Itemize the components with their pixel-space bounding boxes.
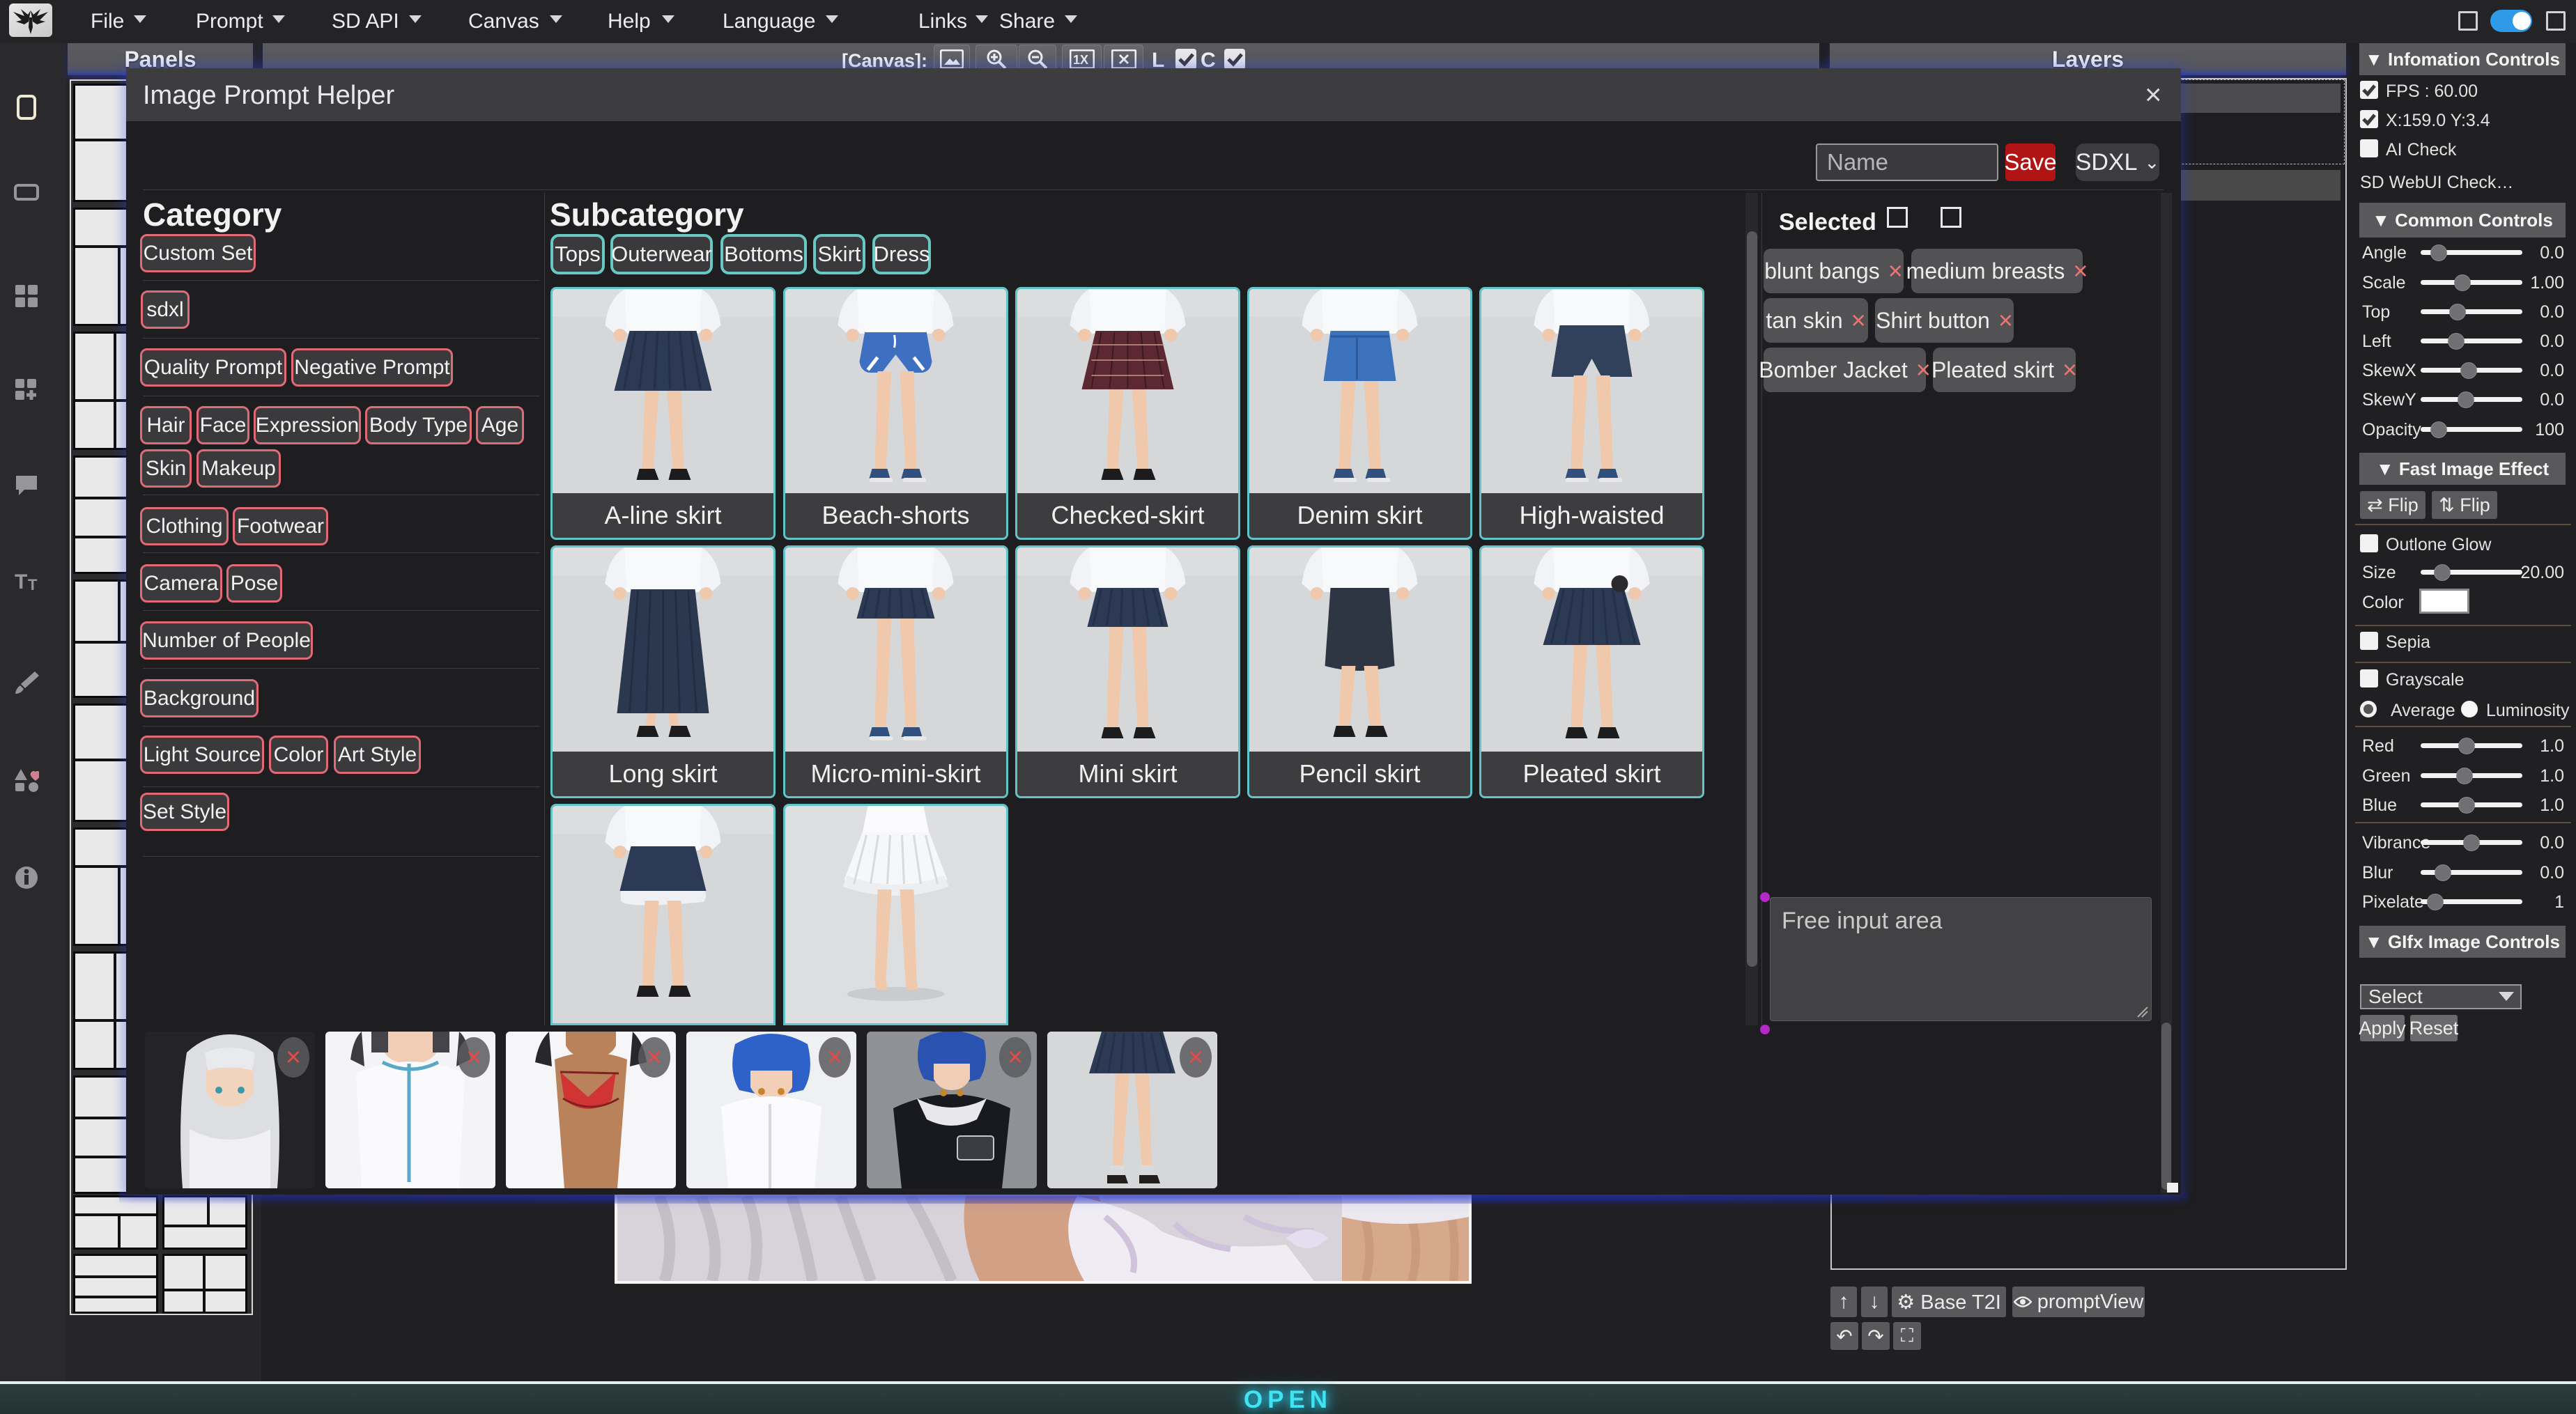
svg-text:T: T bbox=[28, 576, 38, 593]
svg-text:T: T bbox=[15, 570, 27, 593]
svg-text:1X: 1X bbox=[1073, 53, 1088, 67]
